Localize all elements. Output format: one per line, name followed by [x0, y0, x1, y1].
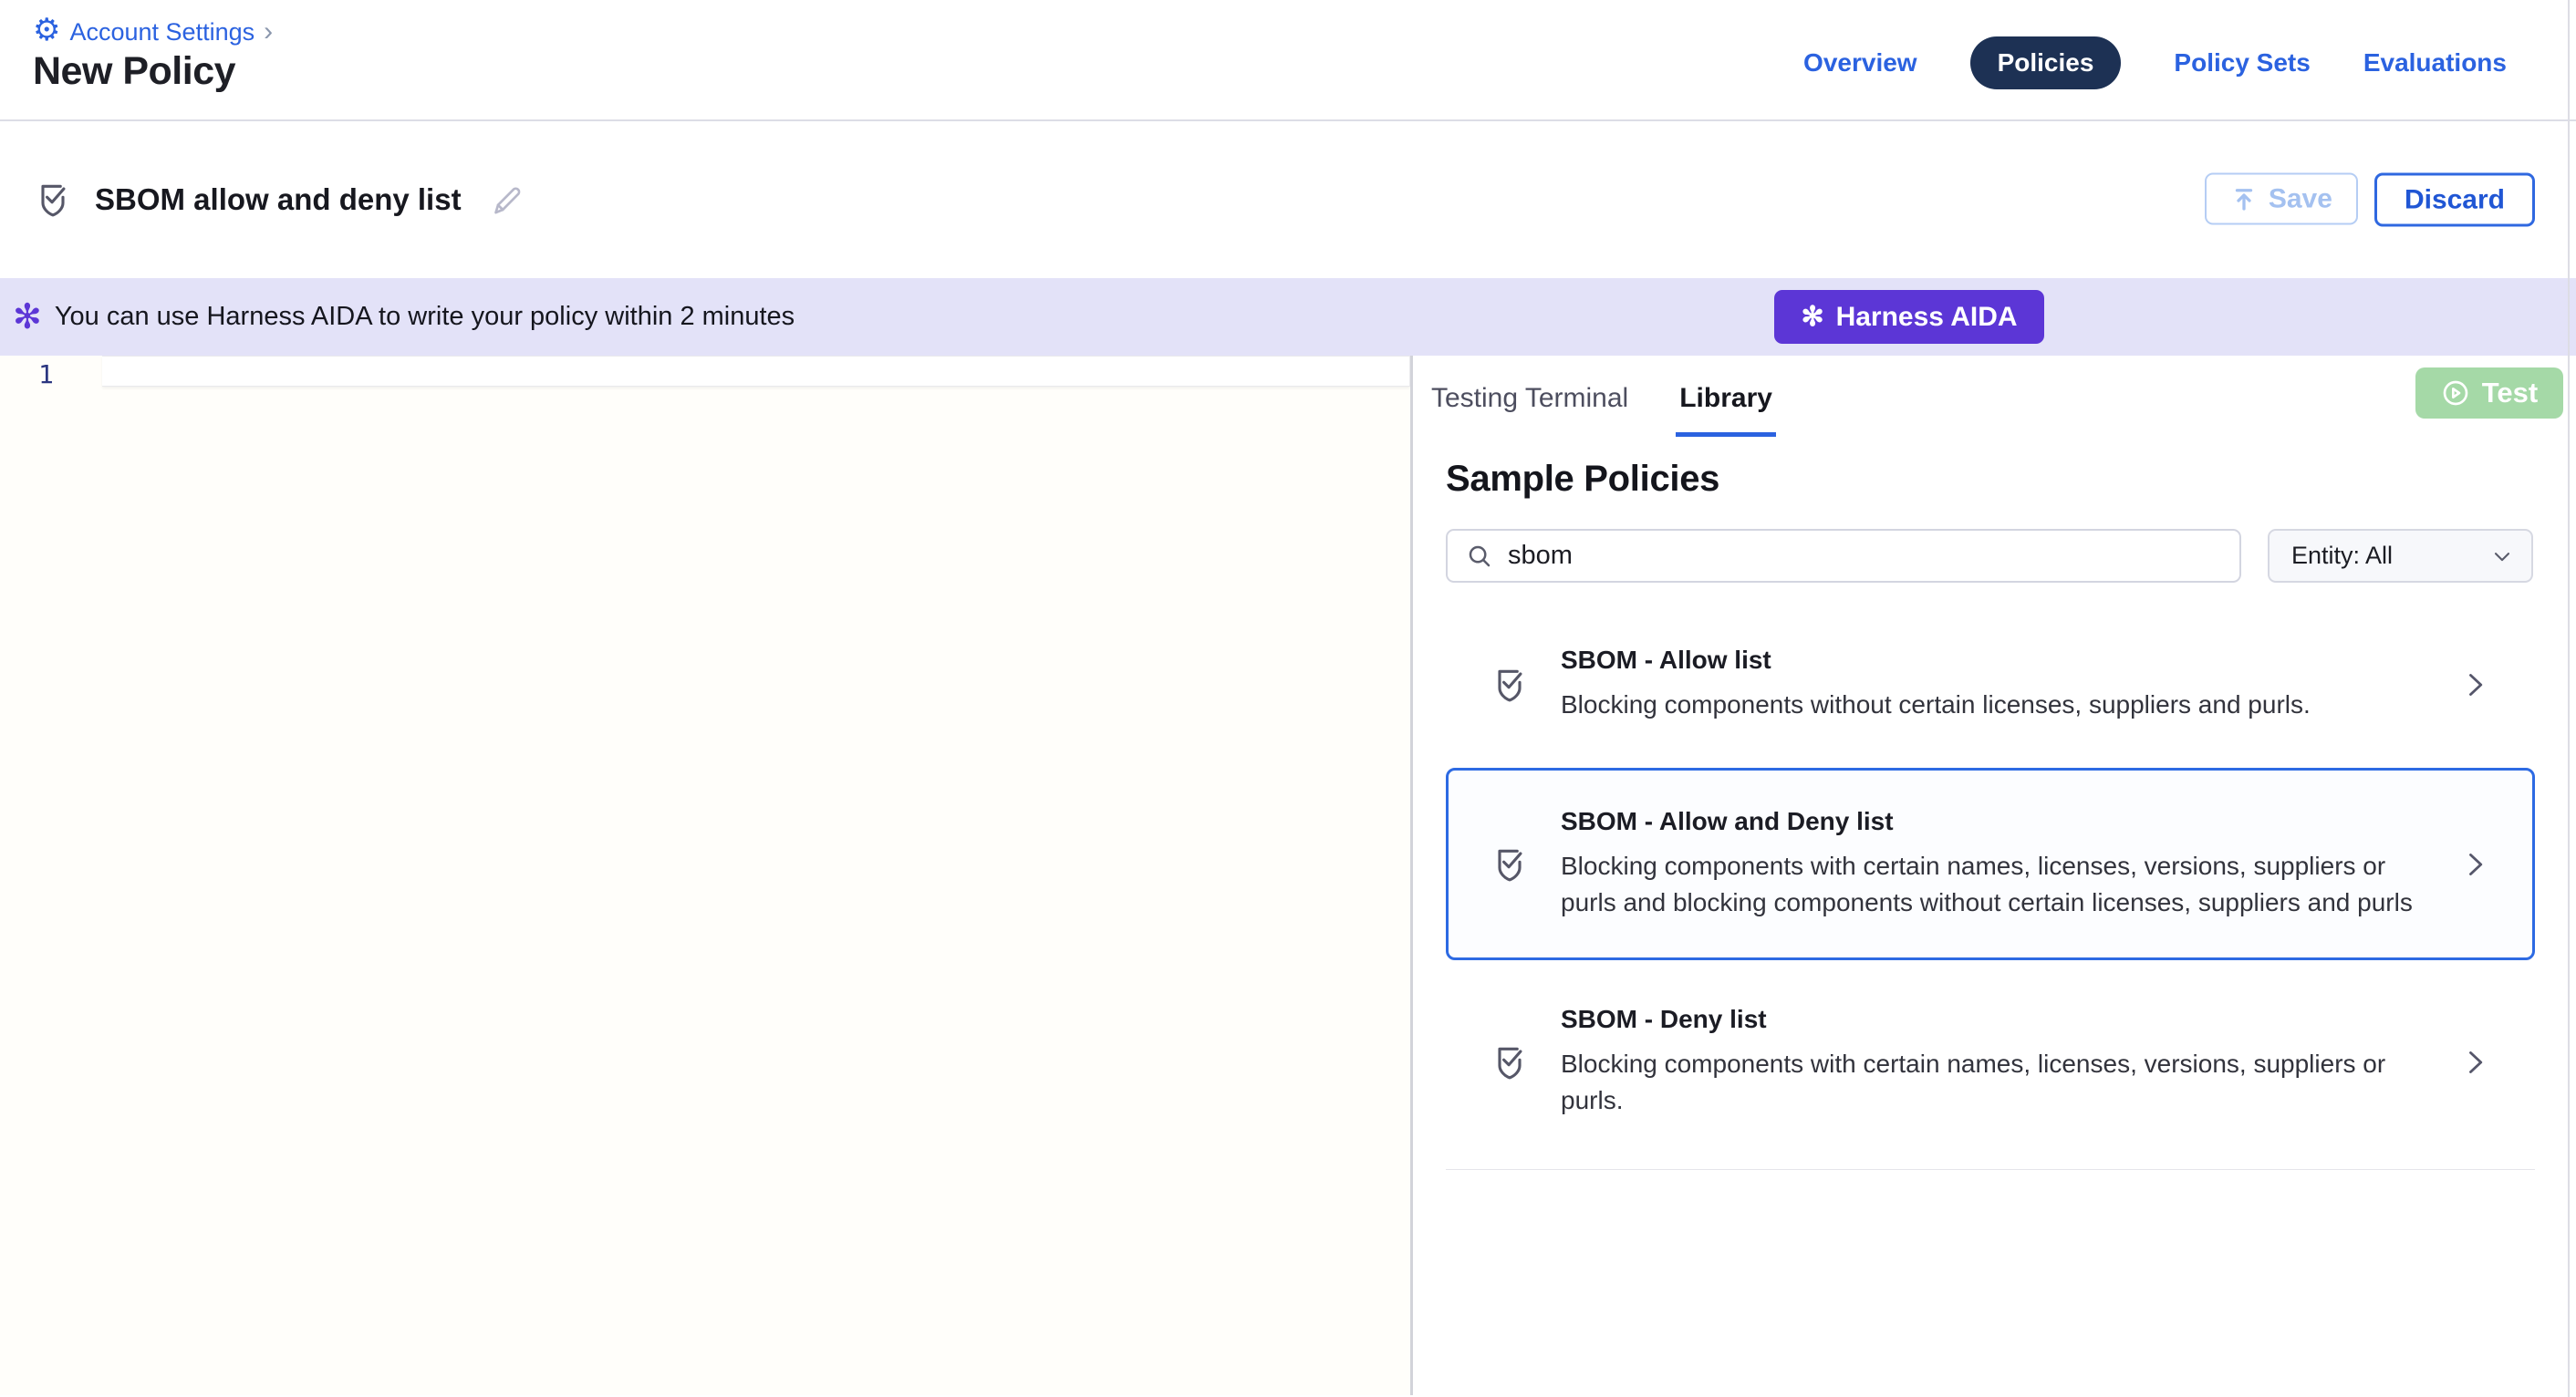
aida-sparkle-icon: ✻ — [13, 300, 42, 335]
search-input[interactable] — [1508, 541, 2221, 571]
card-title: SBOM - Allow and Deny list — [1561, 807, 2436, 836]
card-description: Blocking components without certain lice… — [1561, 687, 2436, 723]
editor-active-line[interactable] — [102, 356, 1410, 387]
discard-button-label: Discard — [2405, 184, 2505, 215]
breadcrumb: ⚙ Account Settings › — [33, 16, 273, 47]
search-filter-row: Entity: All — [1446, 529, 2535, 583]
card-title: SBOM - Allow list — [1561, 646, 2436, 675]
card-description: Blocking components with certain names, … — [1561, 848, 2436, 921]
toolbar-actions: Save Discard — [2205, 173, 2535, 227]
save-button-label: Save — [2269, 183, 2332, 214]
card-text: SBOM - Deny list Blocking components wit… — [1561, 1005, 2436, 1119]
policy-name-group: SBOM allow and deny list — [33, 121, 525, 278]
page-scrollbar[interactable] — [2568, 0, 2570, 1397]
card-description: Blocking components with certain names, … — [1561, 1046, 2436, 1119]
tab-evaluations[interactable]: Evaluations — [2363, 48, 2507, 78]
policy-shield-icon — [1490, 665, 1530, 705]
policy-code-editor[interactable]: 1 — [0, 356, 1410, 1395]
policy-name: SBOM allow and deny list — [95, 182, 462, 217]
aida-sparkle-icon: ✻ — [1801, 304, 1823, 331]
list-divider — [1446, 1169, 2535, 1170]
tab-overview[interactable]: Overview — [1803, 48, 1917, 78]
chevron-down-icon — [2489, 543, 2515, 569]
page-title: New Policy — [33, 49, 235, 94]
editor-line-number: 1 — [38, 359, 54, 389]
aida-banner-message: You can use Harness AIDA to write your p… — [55, 302, 795, 332]
sample-policy-card-allow-list[interactable]: SBOM - Allow list Blocking components wi… — [1446, 621, 2535, 748]
breadcrumb-account-settings-link[interactable]: Account Settings — [69, 18, 254, 47]
tab-policies-active[interactable]: Policies — [1970, 36, 2122, 89]
tab-testing-terminal[interactable]: Testing Terminal — [1428, 383, 1632, 437]
main-content: 1 Test Testing Terminal Library Sample P… — [0, 356, 2576, 1395]
policy-shield-icon — [33, 180, 73, 220]
edit-pencil-icon[interactable] — [489, 181, 525, 218]
page-header: ⚙ Account Settings › New Policy Overview… — [0, 0, 2576, 121]
sample-policy-card-allow-and-deny-list[interactable]: SBOM - Allow and Deny list Blocking comp… — [1446, 768, 2535, 960]
breadcrumb-chevron-icon: › — [264, 18, 273, 46]
card-title: SBOM - Deny list — [1561, 1005, 2436, 1034]
settings-gear-icon: ⚙ — [33, 15, 60, 46]
harness-aida-button-label: Harness AIDA — [1836, 302, 2018, 333]
chevron-right-icon[interactable] — [2458, 1046, 2491, 1079]
chevron-right-icon[interactable] — [2458, 668, 2491, 701]
policy-shield-icon — [1490, 844, 1530, 885]
tab-library[interactable]: Library — [1676, 383, 1776, 437]
save-button[interactable]: Save — [2205, 173, 2358, 225]
policy-shield-icon — [1490, 1042, 1530, 1082]
panel-tabs: Testing Terminal Library — [1428, 383, 2535, 437]
discard-button[interactable]: Discard — [2374, 173, 2535, 227]
top-navigation: Overview Policies Policy Sets Evaluation… — [1803, 36, 2507, 89]
aida-banner: ✻ You can use Harness AIDA to write your… — [0, 278, 2576, 356]
upload-icon — [2230, 185, 2258, 212]
card-text: SBOM - Allow and Deny list Blocking comp… — [1561, 807, 2436, 921]
tab-policy-sets[interactable]: Policy Sets — [2174, 48, 2310, 78]
test-button[interactable]: Test — [2415, 367, 2563, 419]
search-icon — [1466, 543, 1493, 570]
sample-policy-list: SBOM - Allow list Blocking components wi… — [1446, 621, 2535, 1170]
chevron-right-icon[interactable] — [2458, 848, 2491, 881]
policy-editor-page: ⚙ Account Settings › New Policy Overview… — [0, 0, 2576, 1397]
play-circle-icon — [2441, 378, 2470, 408]
sample-policies-heading: Sample Policies — [1446, 459, 2535, 500]
sample-policy-search[interactable] — [1446, 529, 2241, 583]
sample-policy-card-deny-list[interactable]: SBOM - Deny list Blocking components wit… — [1446, 980, 2535, 1143]
policy-toolbar: SBOM allow and deny list Save Discard — [0, 121, 2576, 278]
library-panel: Test Testing Terminal Library Sample Pol… — [1410, 356, 2576, 1395]
entity-filter-dropdown[interactable]: Entity: All — [2268, 529, 2533, 583]
test-button-label: Test — [2482, 377, 2538, 409]
card-text: SBOM - Allow list Blocking components wi… — [1561, 646, 2436, 723]
harness-aida-button[interactable]: ✻ Harness AIDA — [1774, 290, 2044, 344]
entity-filter-value: Entity: All — [2291, 542, 2393, 570]
